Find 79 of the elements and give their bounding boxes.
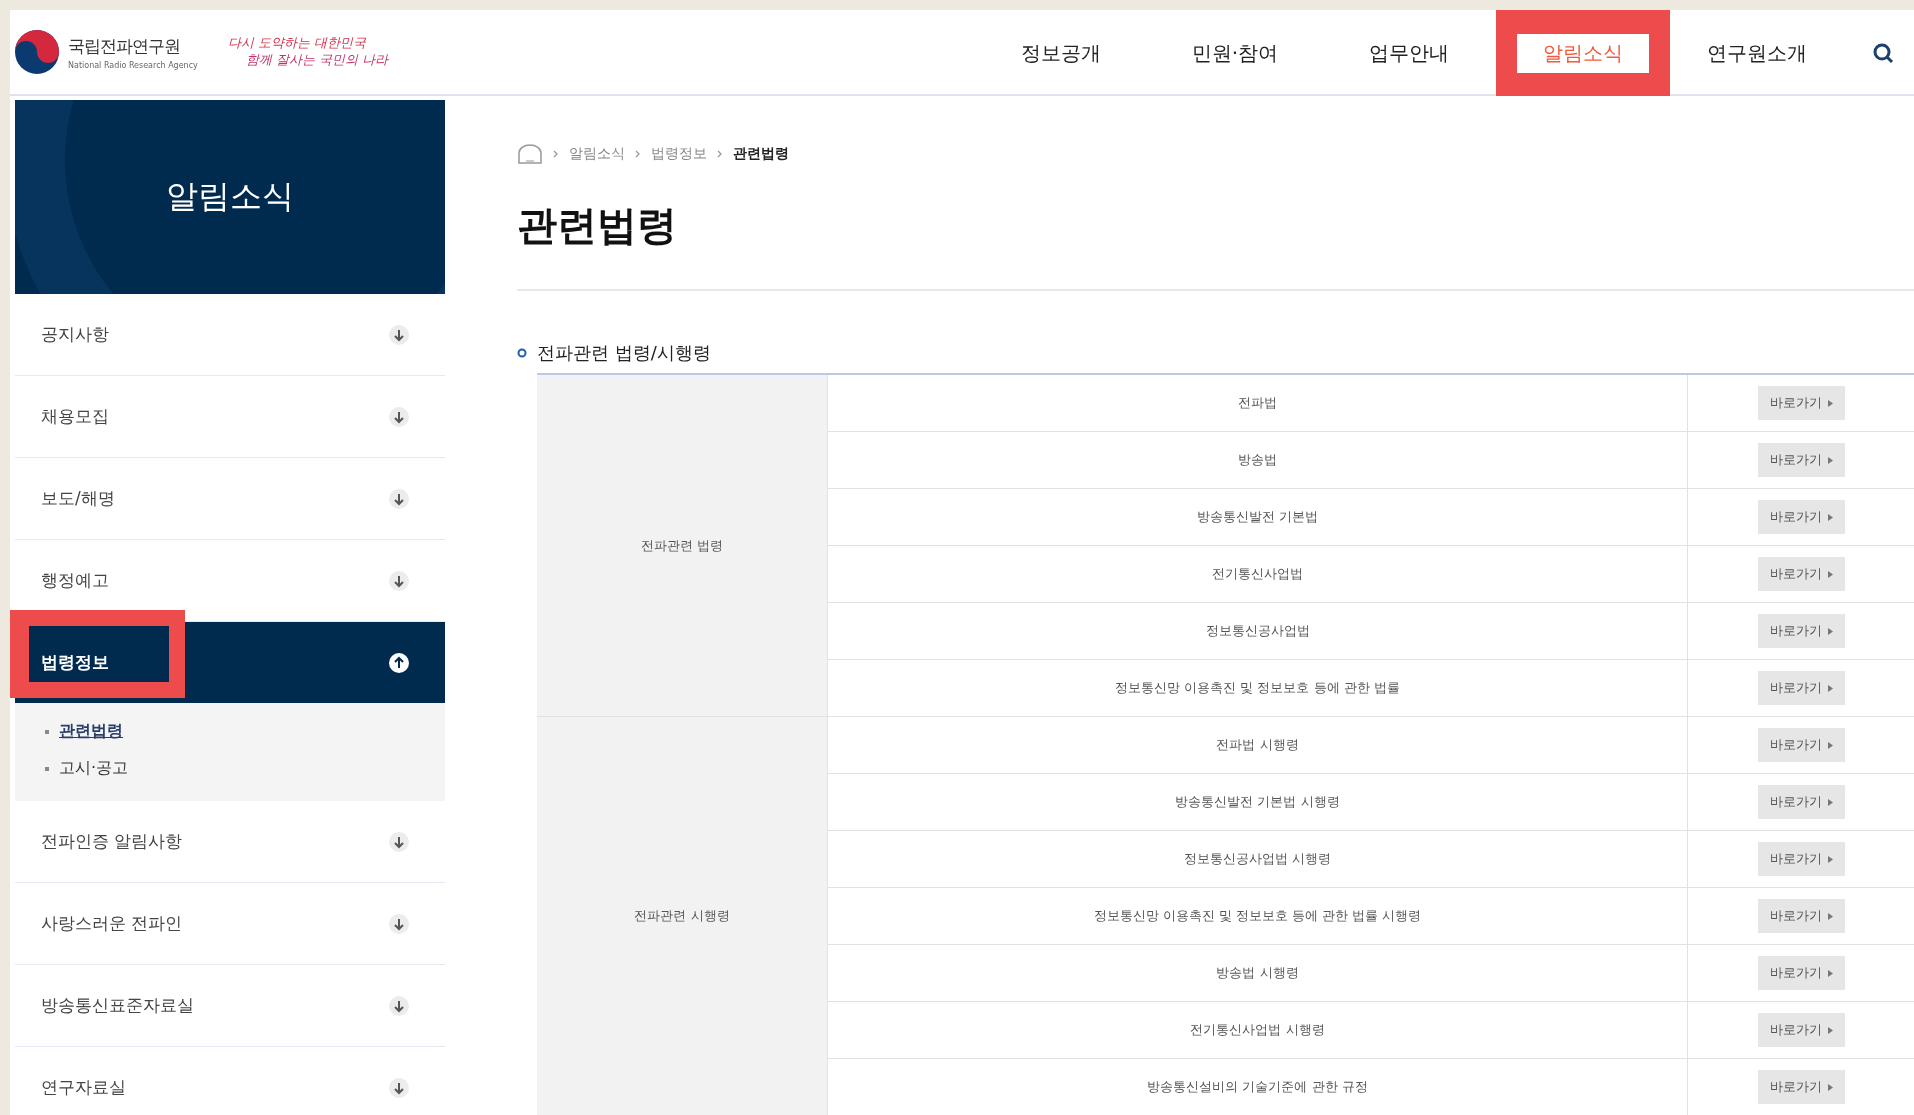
collapse-icon[interactable] — [388, 651, 410, 674]
breadcrumb-link[interactable]: 법령정보 — [651, 145, 707, 163]
expand-icon[interactable] — [388, 487, 410, 510]
expand-icon[interactable] — [388, 569, 410, 592]
shortcut-button[interactable]: 바로가기 — [1757, 956, 1845, 990]
expand-icon[interactable] — [388, 830, 410, 853]
caret-right-icon — [1827, 855, 1833, 863]
table-group-cell: 전파관련 시행령 — [537, 716, 828, 1115]
caret-right-icon — [1827, 627, 1833, 635]
breadcrumb-link[interactable]: 관련법령 — [733, 145, 789, 163]
logo-subtitle: National Radio Research Agency — [68, 60, 198, 70]
expand-icon[interactable] — [388, 323, 410, 346]
shortcut-button[interactable]: 바로가기 — [1757, 671, 1845, 705]
table-cell: 정보통신공사업법 시행령 — [827, 830, 1688, 888]
shortcut-button[interactable]: 바로가기 — [1757, 728, 1845, 762]
caret-right-icon — [1827, 513, 1833, 521]
caret-right-icon — [1827, 399, 1833, 407]
caret-right-icon — [1827, 1083, 1833, 1091]
table-cell: 전기통신사업법 시행령 — [827, 1001, 1688, 1059]
shortcut-button[interactable]: 바로가기 — [1757, 557, 1845, 591]
nav-menu-item[interactable]: 민원·참여 — [1148, 10, 1322, 96]
logo-name[interactable]: 국립전파연구원 — [68, 34, 198, 58]
breadcrumb-link[interactable]: 알림소식 — [569, 145, 625, 163]
caret-right-icon — [1827, 570, 1833, 578]
table-cell: 방송통신발전 기본법 시행령 — [827, 773, 1688, 831]
table-cell: 방송통신설비의 기술기준에 관한 규정 — [827, 1058, 1688, 1115]
chevron-right-icon — [635, 150, 641, 158]
caret-right-icon — [1827, 741, 1833, 749]
slogan-text: 다시 도약하는 대한민국 — [227, 35, 368, 52]
caret-right-icon — [1827, 912, 1833, 920]
sidebar-title: 알림소식 — [166, 176, 294, 217]
shortcut-button[interactable]: 바로가기 — [1757, 443, 1845, 477]
caret-right-icon — [1827, 969, 1833, 977]
expand-icon[interactable] — [388, 994, 410, 1017]
table-cell: 방송법 — [827, 431, 1688, 489]
nav-menu-item[interactable]: 정보공개 — [974, 10, 1148, 96]
table-cell: 전파법 — [827, 374, 1688, 432]
shortcut-button[interactable]: 바로가기 — [1757, 1013, 1845, 1047]
home-icon[interactable] — [517, 144, 543, 164]
table-cell: 방송통신발전 기본법 — [827, 488, 1688, 546]
caret-right-icon — [1827, 684, 1833, 692]
section-title: 전파관련 법령/시행령 — [537, 341, 711, 365]
page-title: 관련법령 — [517, 201, 678, 250]
submenu-link[interactable]: 관련법령 — [45, 721, 445, 742]
submenu-link[interactable]: 고시·공고 — [45, 758, 445, 779]
expand-icon[interactable] — [388, 912, 410, 935]
sidebar-menu-item[interactable]: 채용모집 — [15, 376, 445, 458]
bullet-ring-icon — [517, 348, 527, 358]
expand-icon[interactable] — [388, 1076, 410, 1099]
shortcut-button[interactable]: 바로가기 — [1757, 500, 1845, 534]
chevron-right-icon — [717, 150, 723, 158]
table-group-cell: 전파관련 법령 — [537, 374, 828, 717]
shortcut-button[interactable]: 바로가기 — [1757, 785, 1845, 819]
table-cell: 방송법 시행령 — [827, 944, 1688, 1002]
sidebar-menu-item[interactable]: 연구자료실 — [15, 1047, 445, 1115]
table-cell: 전파법 시행령 — [827, 716, 1688, 774]
shortcut-button[interactable]: 바로가기 — [1757, 842, 1845, 876]
caret-right-icon — [1827, 798, 1833, 806]
table-cell: 정보통신공사업법 — [827, 602, 1688, 660]
expand-icon[interactable] — [388, 405, 410, 428]
shortcut-button[interactable]: 바로가기 — [1757, 386, 1845, 420]
sidebar-menu-item[interactable]: 방송통신표준자료실 — [15, 965, 445, 1047]
table-cell: 정보통신망 이용촉진 및 정보보호 등에 관한 법률 시행령 — [827, 887, 1688, 945]
chevron-right-icon — [553, 150, 559, 158]
emblem-logo-icon — [14, 29, 60, 75]
caret-right-icon — [1827, 1026, 1833, 1034]
shortcut-button[interactable]: 바로가기 — [1757, 1070, 1845, 1104]
sidebar-menu-item[interactable]: 사랑스러운 전파인 — [15, 883, 445, 965]
table-cell: 전기통신사업법 — [827, 545, 1688, 603]
sidebar-menu-item[interactable]: 공지사항 — [15, 294, 445, 376]
nav-menu-item[interactable]: 연구원소개 — [1670, 10, 1844, 96]
caret-right-icon — [1827, 456, 1833, 464]
sidebar-menu-item[interactable]: 보도/해명 — [15, 458, 445, 540]
slogan-text: 함께 잘사는 국민의 나라 — [245, 52, 389, 69]
shortcut-button[interactable]: 바로가기 — [1757, 899, 1845, 933]
table-cell: 정보통신망 이용촉진 및 정보보호 등에 관한 법률 — [827, 659, 1688, 717]
shortcut-button[interactable]: 바로가기 — [1757, 614, 1845, 648]
nav-menu-item[interactable]: 업무안내 — [1322, 10, 1496, 96]
sidebar-menu-item[interactable]: 전파인증 알림사항 — [15, 801, 445, 883]
